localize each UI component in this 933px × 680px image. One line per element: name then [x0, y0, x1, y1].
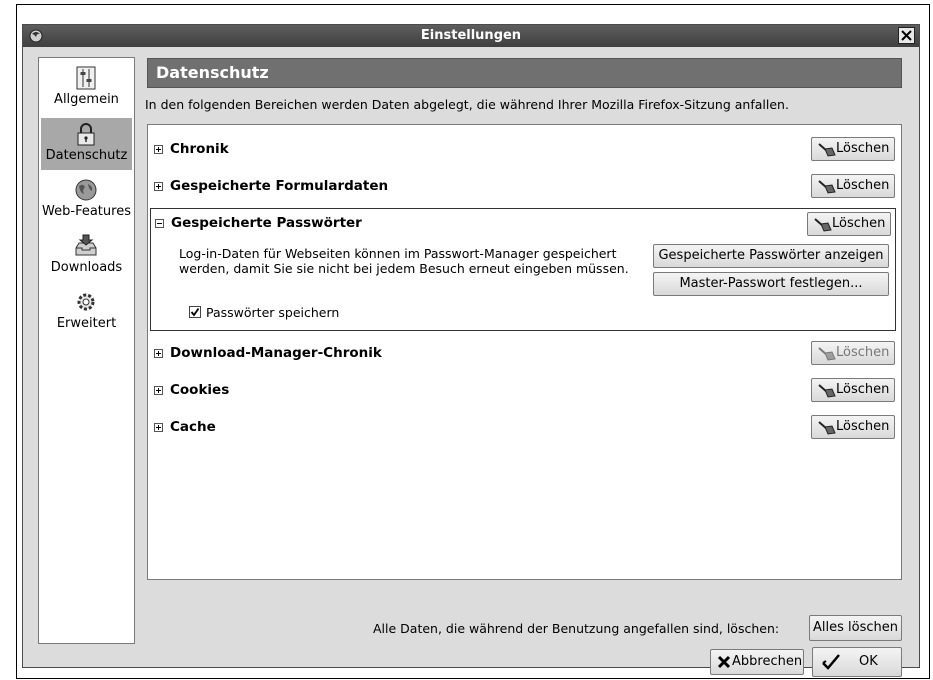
- expand-icon[interactable]: [154, 386, 163, 395]
- category-sidebar: Allgemein Datenschutz Web-Features Downl…: [38, 57, 135, 644]
- broom-icon: [818, 180, 836, 194]
- panel-description: In den folgenden Bereichen werden Daten …: [145, 97, 789, 112]
- broom-icon: [814, 218, 832, 232]
- section-title: Chronik: [170, 141, 229, 157]
- globe-icon: [75, 179, 97, 201]
- checkmark-icon: [190, 307, 200, 317]
- save-passwords-label[interactable]: Passwörter speichern: [206, 305, 339, 320]
- section-title: Download-Manager-Chronik: [170, 345, 382, 361]
- cancel-label: Abbrechen: [732, 654, 803, 669]
- broom-icon: [818, 421, 836, 435]
- window-title: Einstellungen: [420, 28, 522, 43]
- clear-label: Löschen: [836, 141, 890, 156]
- clear-all-description: Alle Daten, die während der Benutzung an…: [373, 621, 780, 636]
- clear-download-chronik-button[interactable]: Löschen: [811, 341, 895, 365]
- section-title: Cache: [170, 419, 216, 435]
- expand-icon[interactable]: [154, 182, 163, 191]
- collapse-icon[interactable]: [155, 219, 164, 228]
- cancel-x-icon: [717, 655, 731, 669]
- sidebar-item-label: Datenschutz: [45, 148, 128, 163]
- gear-icon: [77, 293, 95, 311]
- panel-header: Datenschutz: [147, 58, 902, 88]
- broom-icon: [818, 384, 836, 398]
- ok-label: OK: [859, 654, 878, 669]
- general-settings-icon: [76, 66, 96, 90]
- clear-label: Löschen: [836, 382, 890, 397]
- preferences-dialog: Einstellungen Allgemein Datenschutz Web-…: [22, 24, 920, 677]
- clear-label: Löschen: [832, 216, 886, 231]
- panel-title: Datenschutz: [156, 63, 269, 82]
- cancel-button[interactable]: Abbrechen: [710, 649, 804, 675]
- clear-label: Löschen: [836, 178, 890, 193]
- sidebar-item-label: Downloads: [50, 260, 123, 275]
- section-title: Gespeicherte Passwörter: [171, 215, 362, 231]
- clear-label: Löschen: [836, 345, 890, 360]
- passwords-description: Log-in-Daten für Webseiten können im Pas…: [179, 246, 629, 276]
- clear-passwoerter-button[interactable]: Löschen: [807, 212, 891, 236]
- close-button[interactable]: [898, 27, 915, 44]
- sidebar-item-web-features[interactable]: Web-Features: [41, 174, 132, 226]
- clear-cookies-button[interactable]: Löschen: [811, 378, 895, 402]
- clear-formulardaten-button[interactable]: Löschen: [811, 174, 895, 198]
- broom-icon: [818, 347, 836, 361]
- section-passwoerter-expanded: Gespeicherte Passwörter Löschen Log-in-D…: [150, 208, 896, 331]
- sidebar-item-allgemein[interactable]: Allgemein: [41, 62, 132, 114]
- sidebar-item-label: Allgemein: [54, 92, 119, 107]
- save-passwords-checkbox[interactable]: [189, 306, 201, 318]
- sidebar-item-datenschutz[interactable]: Datenschutz: [41, 118, 132, 170]
- ok-button[interactable]: OK: [812, 647, 902, 677]
- broom-icon: [818, 143, 836, 157]
- expand-icon[interactable]: [154, 423, 163, 432]
- clear-chronik-button[interactable]: Löschen: [811, 137, 895, 161]
- master-password-button[interactable]: Master-Passwort festlegen...: [653, 272, 889, 296]
- expand-icon[interactable]: [154, 145, 163, 154]
- section-title: Gespeicherte Formulardaten: [170, 178, 389, 194]
- download-tray-icon: [75, 234, 97, 256]
- sidebar-item-label: Erweitert: [56, 316, 117, 331]
- section-title: Cookies: [170, 382, 230, 398]
- lock-icon: [77, 123, 95, 146]
- ok-checkmark-icon: [822, 654, 840, 670]
- clear-cache-button[interactable]: Löschen: [811, 415, 895, 439]
- sidebar-item-downloads[interactable]: Downloads: [41, 230, 132, 282]
- expand-icon[interactable]: [154, 349, 163, 358]
- show-passwords-button[interactable]: Gespeicherte Passwörter anzeigen: [653, 244, 889, 268]
- clear-all-button[interactable]: Alles löschen: [809, 615, 902, 641]
- close-icon: [901, 30, 912, 41]
- sidebar-item-erweitert[interactable]: Erweitert: [41, 286, 132, 338]
- title-bar[interactable]: Einstellungen: [23, 25, 919, 47]
- clear-label: Löschen: [836, 419, 890, 434]
- sidebar-item-label: Web-Features: [42, 204, 131, 219]
- data-categories-list: Chronik Löschen Gespeicherte Formulardat…: [147, 124, 902, 580]
